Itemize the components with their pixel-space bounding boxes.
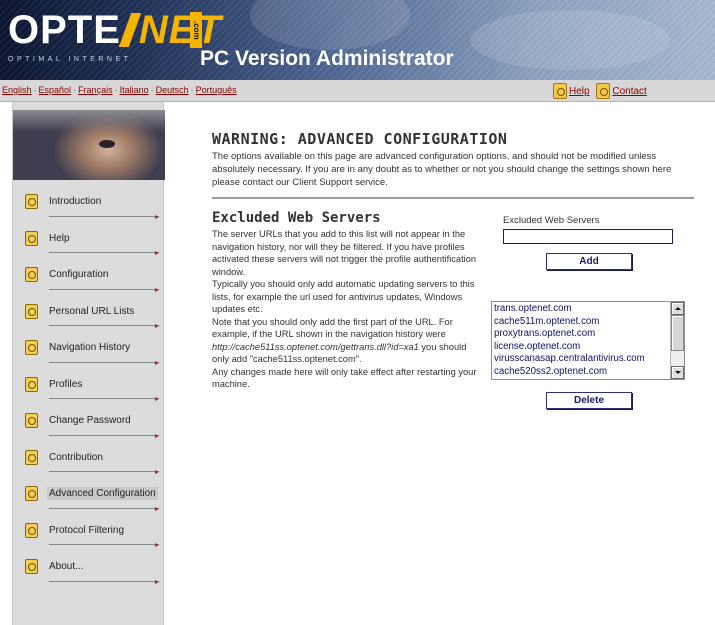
warning-title: WARNING: ADVANCED CONFIGURATION: [212, 130, 508, 148]
book-icon: [25, 449, 38, 465]
excluded-servers-input[interactable]: [503, 229, 673, 244]
sidebar-item-help[interactable]: Help: [13, 221, 165, 258]
list-item[interactable]: trans.optenet.com: [494, 303, 670, 316]
arrow-icon: [155, 470, 159, 474]
book-icon: [25, 559, 38, 574]
header-banner: OPTE NET .com OPTIMAL INTERNET PC Version…: [0, 0, 715, 80]
sidebar-item-configuration[interactable]: Configuration: [13, 257, 165, 294]
excluded-servers-list[interactable]: trans.optenet.com cache511m.optenet.com …: [491, 301, 685, 380]
add-button[interactable]: Add: [546, 253, 632, 270]
example-url: http://cache511ss.optenet.com/gettrans.d…: [212, 341, 419, 352]
arrow-icon: [155, 397, 159, 401]
list-item[interactable]: license.optenet.com: [494, 341, 670, 354]
logo-right: NET: [138, 8, 222, 52]
sidebar-item-personal-url-lists[interactable]: Personal URL Lists: [13, 294, 165, 331]
optenet-logo: OPTE NET .com OPTIMAL INTERNET: [8, 6, 221, 72]
warning-section: WARNING: ADVANCED CONFIGURATION The opti…: [212, 130, 702, 189]
sidebar-item-navigation-history[interactable]: Navigation History: [13, 330, 165, 367]
list-item[interactable]: virusscanasap.centralantivirus.com: [494, 353, 670, 366]
lang-portugues[interactable]: Português: [196, 85, 237, 95]
top-links: Help Contact: [553, 83, 651, 99]
sidebar-item-label: Configuration: [49, 269, 109, 280]
book-icon: [25, 522, 38, 538]
book-icon: [25, 486, 38, 501]
logo-slash-icon: [118, 13, 142, 47]
arrow-icon: [155, 324, 159, 328]
sidebar-item-advanced-configuration[interactable]: Advanced Configuration: [13, 476, 165, 513]
sidebar-item-label: Personal URL Lists: [49, 305, 135, 317]
arrow-icon: [155, 579, 159, 584]
sidebar: Introduction Help Configuration Personal…: [12, 102, 165, 625]
arrow-icon: [155, 433, 159, 438]
logo-dotcom: .com: [190, 12, 202, 48]
list-item[interactable]: cache520ss2.optenet.com: [494, 366, 670, 379]
book-icon: [25, 267, 38, 282]
excluded-servers-title: Excluded Web Servers: [212, 210, 381, 226]
help-book-icon[interactable]: [553, 83, 567, 99]
sidebar-item-about[interactable]: About...: [13, 549, 165, 586]
description-paragraph: The server URLs that you add to this lis…: [212, 229, 477, 277]
list-item[interactable]: cache511m.optenet.com: [494, 316, 670, 329]
sidebar-item-label: Change Password: [49, 415, 131, 426]
excluded-servers-description: The server URLs that you add to this lis…: [212, 228, 484, 391]
scroll-up-icon[interactable]: [671, 302, 684, 315]
sidebar-item-label: Profiles: [49, 378, 83, 390]
list-scrollbar[interactable]: [670, 302, 684, 379]
arrow-icon: [155, 214, 159, 219]
sidebar-item-label: Help: [49, 232, 70, 244]
sidebar-item-change-password[interactable]: Change Password: [13, 403, 165, 440]
warning-text: The options available on this page are a…: [212, 151, 672, 188]
book-icon: [25, 376, 38, 392]
sidebar-item-label: About...: [49, 561, 84, 572]
sidebar-item-label: Advanced Configuration: [47, 487, 158, 500]
sidebar-photo: [13, 110, 165, 180]
arrow-icon: [155, 287, 159, 292]
language-links: English · Español · Français · Italiano · Deutsc…: [2, 85, 237, 95]
contact-book-icon[interactable]: [596, 83, 611, 99]
list-item[interactable]: proxytrans.optenet.com: [494, 328, 670, 341]
excluded-servers-field-label: Excluded Web Servers: [503, 215, 600, 226]
app-title: PC Version Administrator: [200, 47, 454, 70]
book-icon: [25, 340, 38, 355]
contact-link[interactable]: Contact: [612, 86, 646, 97]
arrow-icon: [155, 543, 159, 547]
arrow-icon: [155, 506, 159, 511]
delete-button[interactable]: Delete: [546, 392, 632, 409]
description-paragraph: Any changes made here will only take eff…: [212, 366, 477, 390]
arrow-icon: [155, 360, 159, 365]
arrow-icon: [155, 251, 159, 255]
lang-deutsch[interactable]: Deutsch: [156, 85, 189, 95]
list-items: trans.optenet.com cache511m.optenet.com …: [494, 303, 670, 378]
book-icon: [25, 230, 38, 246]
lang-italiano[interactable]: Italiano: [120, 85, 149, 95]
description-paragraph: Note that you should only add the first …: [212, 316, 467, 365]
lang-francais[interactable]: Français: [78, 85, 113, 95]
lang-espanol[interactable]: Español: [39, 85, 72, 95]
logo-tagline: OPTIMAL INTERNET: [8, 56, 132, 63]
sidebar-nav: Introduction Help Configuration Personal…: [13, 184, 165, 586]
description-paragraph: Typically you should only add automatic …: [212, 279, 475, 314]
scroll-thumb[interactable]: [671, 315, 684, 351]
language-bar: English · Español · Français · Italiano · Deutsc…: [0, 80, 715, 102]
sidebar-item-contribution[interactable]: Contribution: [13, 440, 165, 477]
section-divider: [212, 197, 694, 199]
book-icon: [25, 413, 38, 428]
book-icon: [25, 303, 38, 319]
lang-english[interactable]: English: [2, 85, 32, 95]
logo-left: OPTE: [8, 8, 121, 52]
sidebar-item-protocol-filtering[interactable]: Protocol Filtering: [13, 513, 165, 550]
sidebar-item-profiles[interactable]: Profiles: [13, 367, 165, 404]
header-decoration: [470, 10, 670, 70]
sidebar-item-label: Protocol Filtering: [49, 524, 125, 536]
sidebar-item-label: Introduction: [49, 196, 102, 207]
sidebar-item-label: Navigation History: [49, 342, 131, 353]
help-link[interactable]: Help: [569, 86, 590, 97]
sidebar-item-label: Contribution: [49, 451, 103, 463]
sidebar-item-introduction[interactable]: Introduction: [13, 184, 165, 221]
scroll-down-icon[interactable]: [671, 366, 684, 379]
book-icon: [25, 194, 38, 209]
